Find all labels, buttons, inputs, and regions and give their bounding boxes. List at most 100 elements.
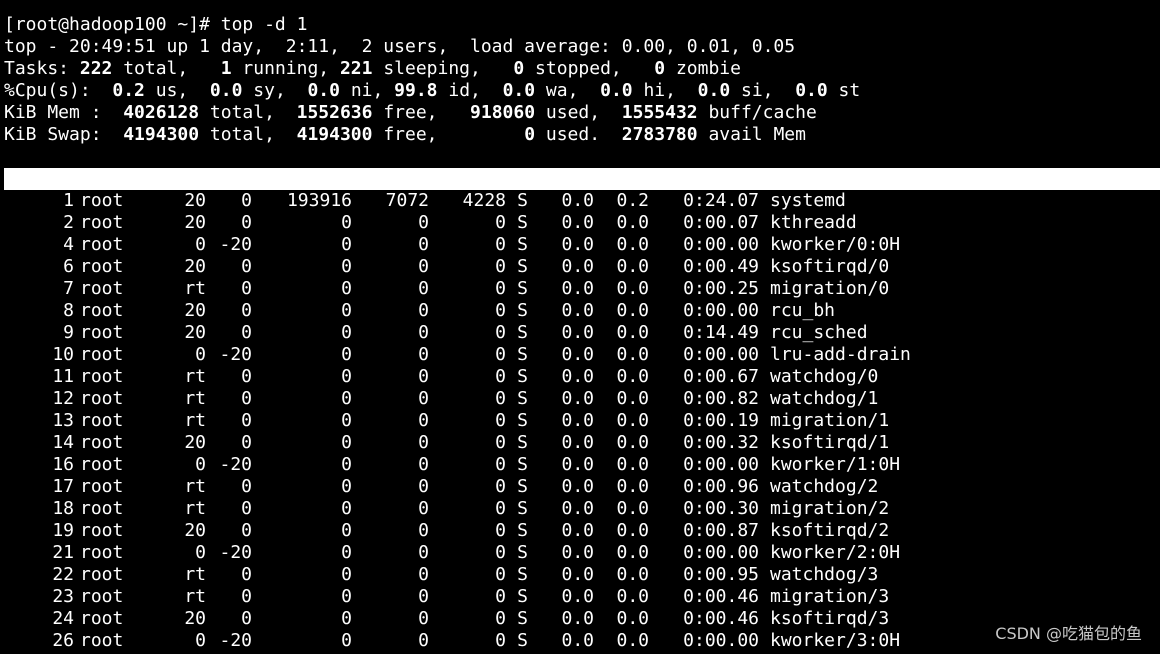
summary-label: sy, <box>242 80 308 101</box>
process-time-cell: 0:00.49 <box>683 256 759 277</box>
process-pid-cell: 1 <box>63 190 74 211</box>
process-user-cell: root <box>80 278 124 299</box>
process-ni-cell: 0 <box>241 520 252 541</box>
process-res-cell: 0 <box>418 454 429 475</box>
process-res-cell: 0 <box>418 432 429 453</box>
summary-value: 1552636 <box>296 102 373 123</box>
process-cmd-cell: ksoftirqd/0 <box>770 256 890 277</box>
summary-label: %Cpu(s): <box>4 80 113 101</box>
process-time-cell: 0:00.00 <box>683 454 759 475</box>
process-time-cell: 0:00.46 <box>683 608 759 629</box>
process-row: 19 root 20 0 0 0 0 S 0.0 0.0 0:00.87 ksoftirqd/2 <box>4 520 1160 542</box>
summary-label: us, <box>144 80 210 101</box>
summary-value: 4194300 <box>296 124 373 145</box>
process-time-cell: 0:00.32 <box>683 432 759 453</box>
process-res-cell: 0 <box>418 476 429 497</box>
process-pr-cell: 20 <box>184 190 206 211</box>
process-user-cell: root <box>80 344 124 365</box>
process-ni-cell: 0 <box>241 564 252 585</box>
process-res-cell: 0 <box>418 410 429 431</box>
process-pr-cell: rt <box>184 410 206 431</box>
process-virt-cell: 0 <box>341 476 352 497</box>
process-s-cell: S <box>517 564 528 585</box>
terminal-window[interactable]: [root@hadoop100 ~]# top -d 1 top - 20:49… <box>4 14 1160 652</box>
csdn-watermark: CSDN @吃猫包的鱼 <box>995 624 1142 643</box>
process-shr-cell: 0 <box>495 498 506 519</box>
process-shr-cell: 0 <box>495 322 506 343</box>
process-row: 26 root 0 -20 0 0 0 S 0.0 0.0 0:00.00 kworker/3:0H <box>4 630 1160 652</box>
process-virt-cell: 0 <box>341 234 352 255</box>
process-cmd-cell: migration/3 <box>770 586 890 607</box>
process-mem-cell: 0.0 <box>616 366 649 387</box>
process-shr-cell: 0 <box>495 212 506 233</box>
process-res-cell: 0 <box>418 564 429 585</box>
process-ni-cell: 0 <box>241 190 252 211</box>
process-user-cell: root <box>80 366 124 387</box>
process-shr-cell: 0 <box>495 256 506 277</box>
process-user-cell: root <box>80 520 124 541</box>
process-cmd-cell: watchdog/3 <box>770 564 879 585</box>
uptime-line: top - 20:49:51 up 1 day, 2:11, 2 users, … <box>4 36 796 57</box>
process-mem-cell: 0.0 <box>616 300 649 321</box>
process-pid-cell: 4 <box>63 234 74 255</box>
process-s-cell: S <box>517 454 528 475</box>
process-virt-cell: 0 <box>341 278 352 299</box>
process-ni-cell: 0 <box>241 322 252 343</box>
process-pr-cell: 20 <box>184 256 206 277</box>
process-pid-cell: 23 <box>52 586 74 607</box>
summary-label: avail Mem <box>697 124 806 145</box>
process-user-cell: root <box>80 586 124 607</box>
process-row: 2 root 20 0 0 0 0 S 0.0 0.0 0:00.07 kthreadd <box>4 212 1160 234</box>
process-cpu-cell: 0.0 <box>561 212 594 233</box>
summary-value: 0.0 <box>697 80 731 101</box>
process-ni-cell: 0 <box>241 410 252 431</box>
summary-value: 0 <box>524 124 536 145</box>
process-virt-cell: 0 <box>341 344 352 365</box>
process-mem-cell: 0.0 <box>616 278 649 299</box>
process-s-cell: S <box>517 344 528 365</box>
process-cpu-cell: 0.0 <box>561 498 594 519</box>
process-mem-cell: 0.0 <box>616 630 649 651</box>
process-res-cell: 0 <box>418 212 429 233</box>
process-row: 21 root 0 -20 0 0 0 S 0.0 0.0 0:00.00 kworker/2:0H <box>4 542 1160 564</box>
process-res-cell: 0 <box>418 322 429 343</box>
process-shr-cell: 4228 <box>462 190 506 211</box>
process-row: 12 root rt 0 0 0 0 S 0.0 0.0 0:00.82 watchdog/1 <box>4 388 1160 410</box>
summary-label: total, <box>199 124 297 145</box>
process-ni-cell: 0 <box>241 366 252 387</box>
process-cpu-cell: 0.0 <box>561 344 594 365</box>
process-row: 7 root rt 0 0 0 0 S 0.0 0.0 0:00.25 migration/0 <box>4 278 1160 300</box>
process-user-cell: root <box>80 256 124 277</box>
summary-value: 0.0 <box>307 80 340 101</box>
process-virt-cell: 0 <box>341 388 352 409</box>
process-ni-cell: 0 <box>241 278 252 299</box>
process-time-cell: 0:00.00 <box>683 344 759 365</box>
process-s-cell: S <box>517 234 528 255</box>
process-mem-cell: 0.0 <box>616 256 649 277</box>
process-pid-cell: 9 <box>63 322 74 343</box>
process-user-cell: root <box>80 322 124 343</box>
process-s-cell: S <box>517 498 528 519</box>
process-shr-cell: 0 <box>495 300 506 321</box>
process-mem-cell: 0.0 <box>616 498 649 519</box>
process-time-cell: 0:00.00 <box>683 234 759 255</box>
process-cpu-cell: 0.0 <box>561 608 594 629</box>
process-cpu-cell: 0.0 <box>561 542 594 563</box>
process-res-cell: 0 <box>418 608 429 629</box>
process-ni-cell: -20 <box>219 630 252 651</box>
process-pid-cell: 6 <box>63 256 74 277</box>
process-pr-cell: rt <box>184 498 206 519</box>
process-cpu-cell: 0.0 <box>561 454 594 475</box>
process-mem-cell: 0.2 <box>616 190 649 211</box>
process-res-cell: 0 <box>418 388 429 409</box>
summary-label: ni, <box>339 80 395 101</box>
process-row: 1 root 20 0 193916 7072 4228 S 0.0 0.2 0:24.07 syst… <box>4 190 1160 212</box>
process-virt-cell: 0 <box>341 212 352 233</box>
process-row: 11 root rt 0 0 0 0 S 0.0 0.0 0:00.67 watchdog/0 <box>4 366 1160 388</box>
process-row: 16 root 0 -20 0 0 0 S 0.0 0.0 0:00.00 kworker/1:0H <box>4 454 1160 476</box>
process-ni-cell: -20 <box>219 542 252 563</box>
process-pid-cell: 12 <box>52 388 74 409</box>
summary-value: 221 <box>339 58 373 79</box>
summary-value: 4026128 <box>123 102 200 123</box>
